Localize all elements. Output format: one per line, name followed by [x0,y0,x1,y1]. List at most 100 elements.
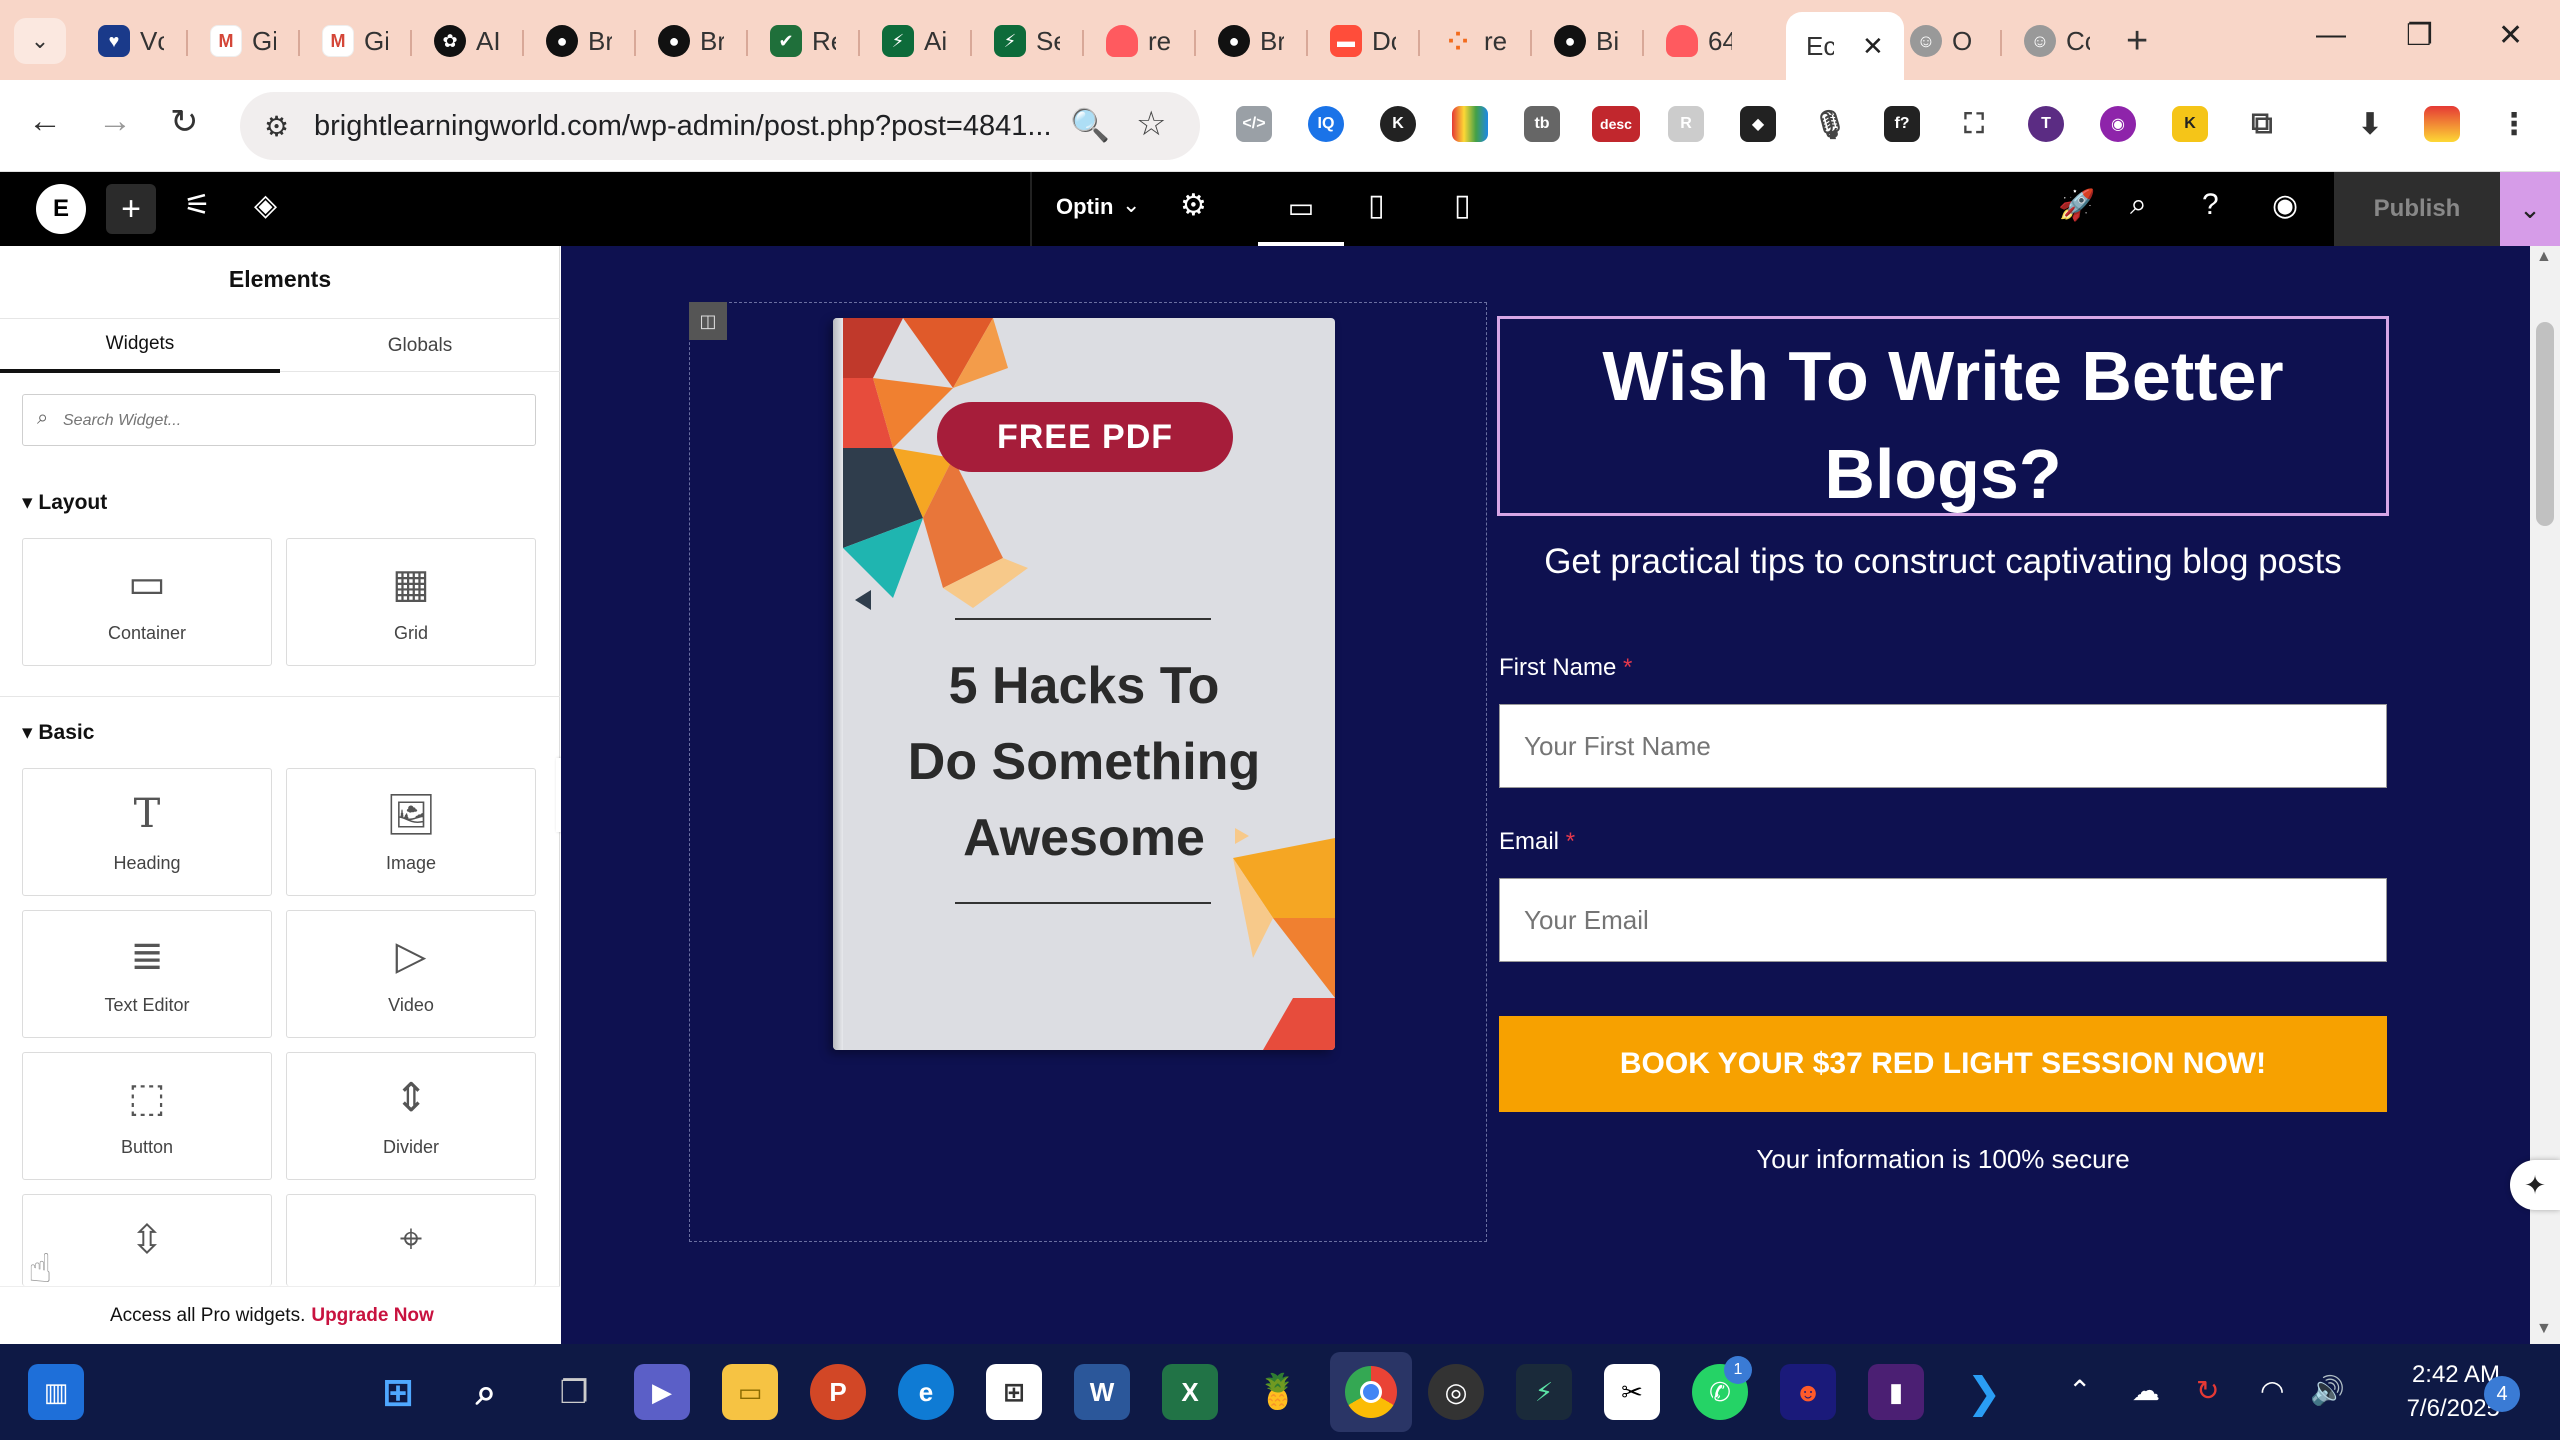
profile-icon[interactable] [2424,106,2460,142]
word-icon[interactable]: W [1074,1364,1130,1420]
task-view-icon[interactable]: ❐ [546,1364,602,1420]
tab-globals[interactable]: Globals [280,319,560,373]
tab-widgets[interactable]: Widgets [0,319,280,373]
back-icon[interactable]: ← [28,102,62,141]
browser-tab[interactable]: re [1092,14,1186,68]
new-tab-button[interactable]: + [2126,20,2148,63]
browser-tab[interactable]: ☺ O [1896,14,1990,68]
k-extension-icon[interactable]: K [1380,106,1416,142]
restore-window-icon[interactable]: ❐ [2406,18,2433,53]
page-name[interactable]: Optin [1056,194,1113,220]
browser-tab[interactable]: ⁘ re [1428,14,1522,68]
minimize-icon[interactable]: — [2316,18,2346,52]
palette-extension-icon[interactable] [1452,106,1488,142]
filmora-icon[interactable]: ⚡ [1516,1364,1572,1420]
download-icon[interactable]: ⬇ [2352,106,2388,142]
column-handle-icon[interactable]: ◫ [689,302,727,340]
vscode-icon[interactable]: ❯ [1956,1364,2012,1420]
site-settings-icon[interactable]: ⚟ [184,188,211,223]
scroll-down-icon[interactable]: ▼ [2536,1320,2552,1338]
browser-tab[interactable]: ✿ AI [420,14,514,68]
browser-tab[interactable]: M Gi [196,14,290,68]
chevron-down-icon[interactable]: ⌄ [1122,192,1140,218]
publish-button[interactable]: Publish [2334,172,2500,246]
section-basic-header[interactable]: ▾ Basic [22,720,94,745]
t-extension-icon[interactable]: T [2028,106,2064,142]
wifi-icon[interactable]: ◠ [2260,1374,2284,1407]
tablet-device-icon[interactable]: ▯ [1368,188,1385,223]
chrome-active-background[interactable] [1330,1352,1412,1432]
file-explorer-icon[interactable]: ▭ [722,1364,778,1420]
screenshot-icon[interactable]: ⛶ [1956,106,1992,142]
teams-icon[interactable]: ▶ [634,1364,690,1420]
reload-icon[interactable]: ↻ [170,102,199,142]
desktop-device-icon[interactable]: ▭ [1258,172,1344,246]
tb-extension-icon[interactable]: tb [1524,106,1560,142]
browser-tab[interactable]: ● Bi [1540,14,1634,68]
help-icon[interactable]: ? [2202,188,2219,222]
browser-tab[interactable]: ✔ Re [756,14,850,68]
upgrade-now-link[interactable]: Upgrade Now [311,1305,433,1327]
publish-options-chevron-icon[interactable]: ⌄ [2500,172,2560,246]
browser-tab[interactable]: ⚡ Ai [868,14,962,68]
game-app-icon[interactable]: 🍍 [1250,1364,1306,1420]
widget-text-editor[interactable]: ≣ Text Editor [22,910,272,1038]
close-window-icon[interactable]: ✕ [2498,18,2523,53]
close-tab-icon[interactable]: ✕ [1862,31,1884,62]
mobile-device-icon[interactable]: ▯ [1454,188,1471,223]
volume-icon[interactable]: 🔊 [2310,1374,2345,1407]
browser-tab[interactable]: 64 [1652,14,1746,68]
tab-search-button[interactable]: ⌄ [14,18,66,64]
widget-container[interactable]: ▭ Container [22,538,272,666]
ebook-cover-image[interactable]: FREE PDF 5 Hacks To Do Something Awesome [833,318,1335,1050]
notifications-badge[interactable]: 4 [2484,1376,2520,1412]
elementor-logo-icon[interactable]: E [36,184,86,234]
email-input[interactable] [1500,879,2386,961]
widget-button[interactable]: ⬚ Button [22,1052,272,1180]
ai-sparkle-icon[interactable]: ✦ [2510,1160,2560,1210]
browser-tab[interactable]: ☺ Cc [2010,14,2104,68]
obs-icon[interactable]: ◎ [1428,1364,1484,1420]
desc-extension-icon[interactable]: desc [1592,106,1640,142]
browser-tab[interactable]: ▬ Dc [1316,14,1410,68]
start-windows-icon[interactable]: ⊞ [370,1364,426,1420]
avatar-app-icon[interactable]: ☻ [1780,1364,1836,1420]
book-session-button[interactable]: BOOK YOUR $37 RED LIGHT SESSION NOW! [1499,1016,2387,1112]
bookmark-star-icon[interactable]: ☆ [1136,104,1166,144]
widget-spacer[interactable]: ⇳ [22,1194,272,1286]
browser-tab[interactable]: ● Br [644,14,738,68]
widget-video[interactable]: ▷ Video [286,910,536,1038]
widget-divider[interactable]: ⇕ Divider [286,1052,536,1180]
structure-layers-icon[interactable]: ◈ [254,188,277,223]
browser-tab[interactable]: ♥ Vc [84,14,178,68]
headline-widget[interactable]: Wish To Write Better Blogs? [1497,316,2389,516]
scrollbar-thumb[interactable] [2536,322,2554,526]
widgets-icon[interactable]: ▥ [28,1364,84,1420]
extensions-puzzle-icon[interactable]: ⧉ [2244,106,2280,142]
browser-tab[interactable]: ● Br [532,14,626,68]
widget-search-input[interactable] [63,401,523,441]
active-browser-tab[interactable]: Ec ✕ [1786,12,1904,80]
add-element-button[interactable]: + [106,184,156,234]
microphone-icon[interactable]: 🎙 [1812,106,1848,142]
r-extension-icon[interactable]: R [1668,106,1704,142]
url-text[interactable]: brightlearningworld.com/wp-admin/post.ph… [314,110,1052,143]
page-settings-gear-icon[interactable]: ⚙ [1180,188,1207,223]
iq-extension-icon[interactable]: IQ [1308,106,1344,142]
code-extension-icon[interactable]: </> [1236,106,1272,142]
notifications-rocket-icon[interactable]: 🚀 [2058,188,2095,223]
browser-tab[interactable]: ● Br [1204,14,1298,68]
excel-icon[interactable]: X [1162,1364,1218,1420]
onedrive-icon[interactable]: ☁ [2132,1374,2160,1407]
show-hidden-icons-icon[interactable]: ⌃ [2068,1374,2091,1407]
widget-grid[interactable]: ▦ Grid [286,538,536,666]
section-layout-header[interactable]: ▾ Layout [22,490,107,515]
sync-icon[interactable]: ↻ [2196,1374,2219,1407]
formula-extension-icon[interactable]: f? [1884,106,1920,142]
scroll-up-icon[interactable]: ▲ [2536,248,2552,266]
microsoft-store-icon[interactable]: ⊞ [986,1364,1042,1420]
powerpoint-icon[interactable]: P [810,1364,866,1420]
address-bar[interactable]: ⚙ brightlearningworld.com/wp-admin/post.… [240,92,1200,160]
search-icon[interactable]: ⌕ [2130,188,2147,222]
widget-heading[interactable]: T Heading [22,768,272,896]
